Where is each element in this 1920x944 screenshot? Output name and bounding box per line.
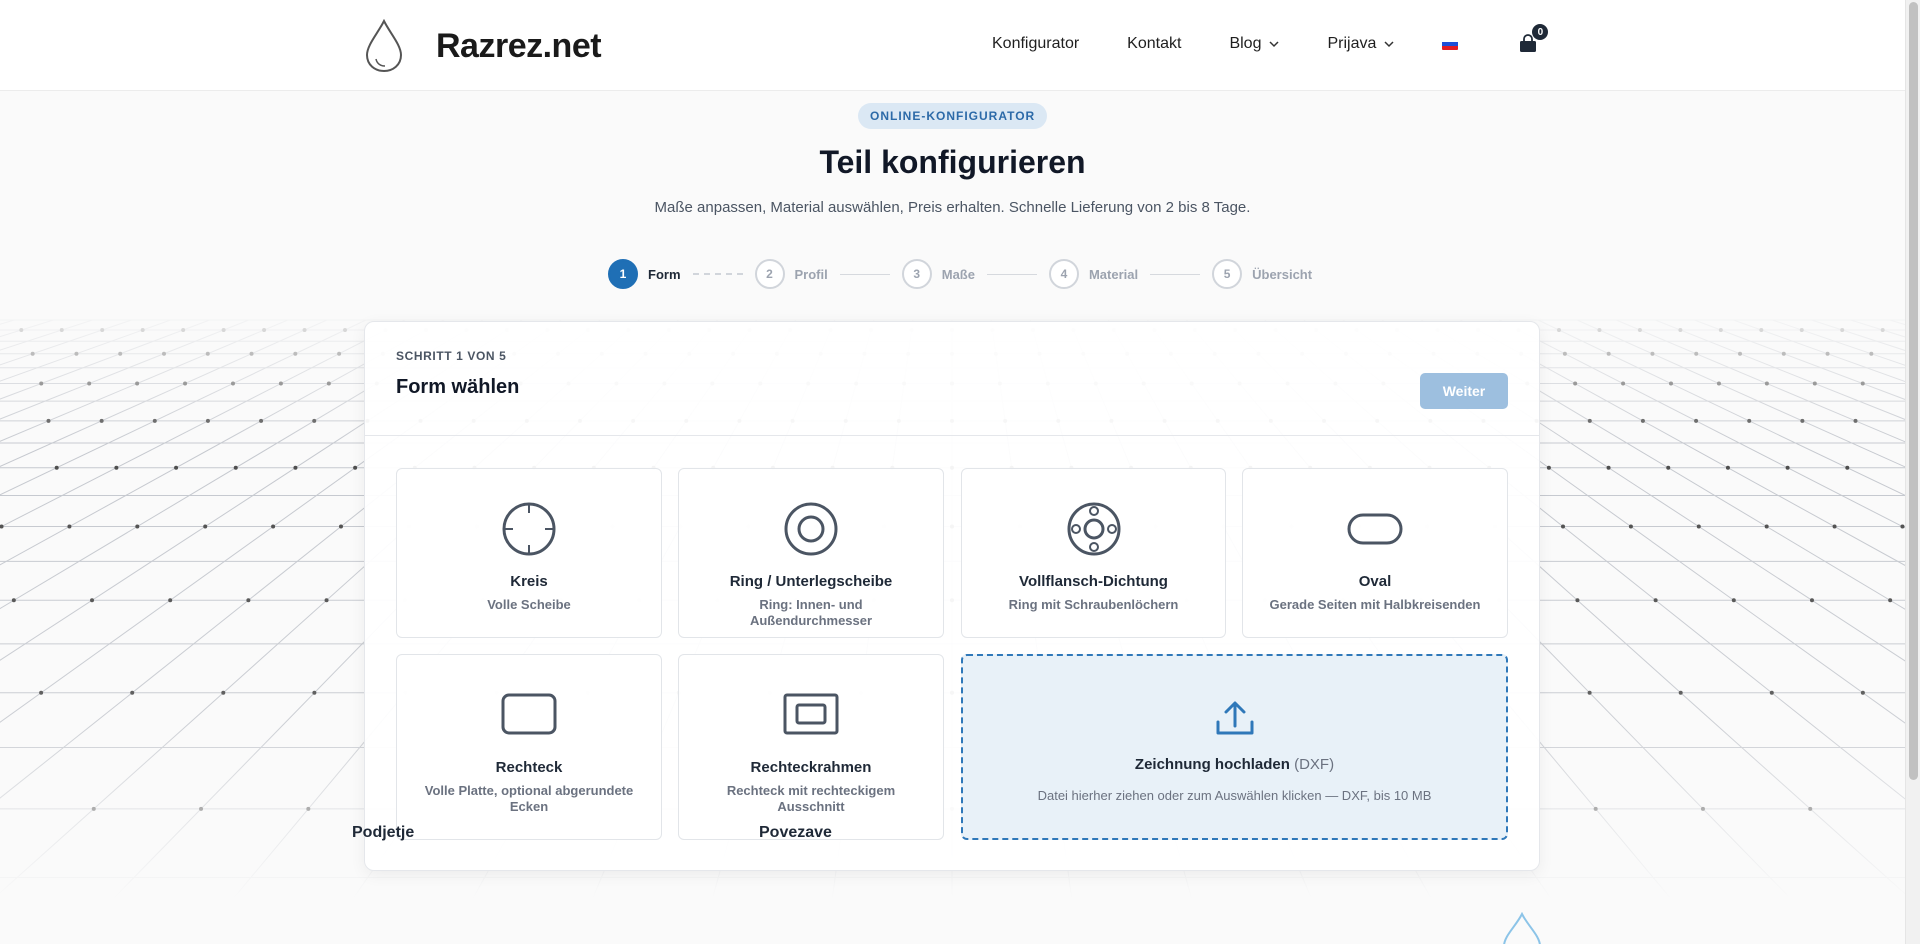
circle-crosshair-icon — [502, 502, 556, 556]
step-form[interactable]: 1 Form — [608, 259, 681, 289]
upload-description: Datei hierher ziehen oder zum Auswählen … — [1037, 788, 1432, 803]
upload-icon — [1216, 701, 1253, 735]
chevron-down-icon — [1269, 41, 1279, 48]
oval-icon — [1347, 513, 1403, 545]
flange-gasket-icon — [1067, 502, 1120, 556]
nav-label: Blog — [1229, 35, 1262, 52]
upload-dropzone[interactable]: Zeichnung hochladen (DXF) Datei hierher … — [961, 654, 1508, 840]
step-label: Form — [648, 266, 681, 282]
nav-prijava[interactable]: Prijava — [1327, 35, 1394, 53]
step-number: 1 — [608, 259, 638, 289]
nav-label: Kontakt — [1127, 35, 1182, 52]
shape-option-rechteckrahmen[interactable]: Rechteckrahmen Rechteck mit rechteckigem… — [678, 654, 944, 840]
step-label: Profil — [794, 266, 828, 282]
step-counter: SCHRITT 1 VON 5 — [396, 349, 507, 363]
nav-label: Prijava — [1327, 35, 1377, 52]
step-label: Übersicht — [1252, 266, 1313, 282]
nav-label: Konfigurator — [992, 35, 1080, 52]
shape-name: Rechteckrahmen — [750, 759, 872, 776]
main-nav: Konfigurator Kontakt Blog Prijava 0 — [992, 24, 1549, 54]
configurator-badge: ONLINE-KONFIGURATOR — [858, 103, 1048, 129]
next-button[interactable]: Weiter — [1420, 373, 1508, 409]
card-header: SCHRITT 1 VON 5 Form wählen Weiter — [365, 322, 1539, 436]
card-title: Form wählen — [396, 376, 520, 398]
step-label: Material — [1088, 266, 1139, 282]
page-subtitle: Maße anpassen, Material auswählen, Preis… — [654, 199, 1251, 216]
shape-description: Gerade Seiten mit Halbkreisenden — [1269, 597, 1481, 612]
step-number: 4 — [1048, 259, 1079, 289]
shape-name: Kreis — [510, 573, 548, 590]
rectangle-frame-icon — [783, 693, 839, 735]
footer-heading-povezave: Povezave — [759, 824, 832, 841]
site-header: Razrez.net Konfigurator Kontakt Blog Pri… — [0, 0, 1905, 91]
step-connector — [839, 273, 890, 275]
step-connector — [1150, 273, 1201, 275]
shape-option-rechteck[interactable]: Rechteck Volle Platte, optional abgerund… — [396, 654, 662, 840]
footer-heading-podjetje: Podjetje — [352, 824, 415, 841]
step-material[interactable]: 4 Material — [1048, 259, 1139, 289]
cart-count-badge: 0 — [1532, 24, 1549, 40]
water-drop-logo-icon — [365, 19, 403, 73]
shape-name: Ring / Unterlegscheibe — [729, 573, 893, 590]
stepper: 1 Form 2 Profil 3 Maße 4 Material 5 Über… — [608, 259, 1312, 289]
logo[interactable]: Razrez.net — [364, 19, 602, 73]
chevron-down-icon — [1384, 41, 1394, 48]
scrollbar[interactable] — [1905, 0, 1920, 944]
shape-description: Rechteck mit rechteckigem Ausschnitt — [726, 783, 896, 814]
shape-option-kreis[interactable]: Kreis Volle Scheibe — [396, 468, 662, 638]
rectangle-icon — [501, 693, 557, 735]
shape-option-vollflansch[interactable]: Vollflansch-Dichtung Ring mit Schraubenl… — [961, 468, 1226, 638]
upload-title-text: Zeichnung hochladen — [1134, 756, 1290, 773]
step-connector — [692, 273, 743, 275]
step-number: 5 — [1212, 259, 1243, 289]
configurator-card: SCHRITT 1 VON 5 Form wählen Weiter Kreis… — [364, 321, 1540, 871]
logo-text: Razrez.net — [436, 26, 602, 65]
nav-blog[interactable]: Blog — [1229, 35, 1279, 53]
ring-icon — [784, 502, 838, 556]
shape-description: Volle Scheibe — [487, 597, 571, 612]
shape-description: Ring mit Schraubenlöchern — [1008, 597, 1179, 612]
shape-name: Vollflansch-Dichtung — [1019, 573, 1168, 590]
shape-description: Volle Platte, optional abgerundete Ecken — [424, 783, 634, 814]
step-profil[interactable]: 2 Profil — [754, 259, 828, 289]
upload-title: Zeichnung hochladen (DXF) — [963, 756, 1506, 773]
step-masse[interactable]: 3 Maße — [901, 259, 975, 289]
shape-name: Rechteck — [495, 759, 563, 776]
slovenia-flag-icon[interactable] — [1442, 38, 1459, 50]
nav-kontakt[interactable]: Kontakt — [1127, 35, 1181, 53]
page-title: Teil konfigurieren — [819, 144, 1086, 180]
step-label: Maße — [941, 266, 975, 282]
shape-option-oval[interactable]: Oval Gerade Seiten mit Halbkreisenden — [1242, 468, 1508, 638]
shape-description: Ring: Innen- und Außendurchmesser — [749, 597, 873, 628]
step-connector — [986, 273, 1037, 275]
footer-drop-logo-icon — [1503, 912, 1541, 944]
shape-option-ring[interactable]: Ring / Unterlegscheibe Ring: Innen- und … — [678, 468, 944, 638]
step-uebersicht[interactable]: 5 Übersicht — [1212, 259, 1312, 289]
scrollbar-thumb[interactable] — [1909, 2, 1918, 780]
step-number: 3 — [901, 259, 932, 289]
cart-button[interactable]: 0 — [1518, 24, 1549, 54]
shape-name: Oval — [1358, 573, 1392, 590]
step-number: 2 — [754, 259, 785, 289]
nav-konfigurator[interactable]: Konfigurator — [992, 35, 1079, 53]
upload-format: (DXF) — [1294, 756, 1335, 773]
